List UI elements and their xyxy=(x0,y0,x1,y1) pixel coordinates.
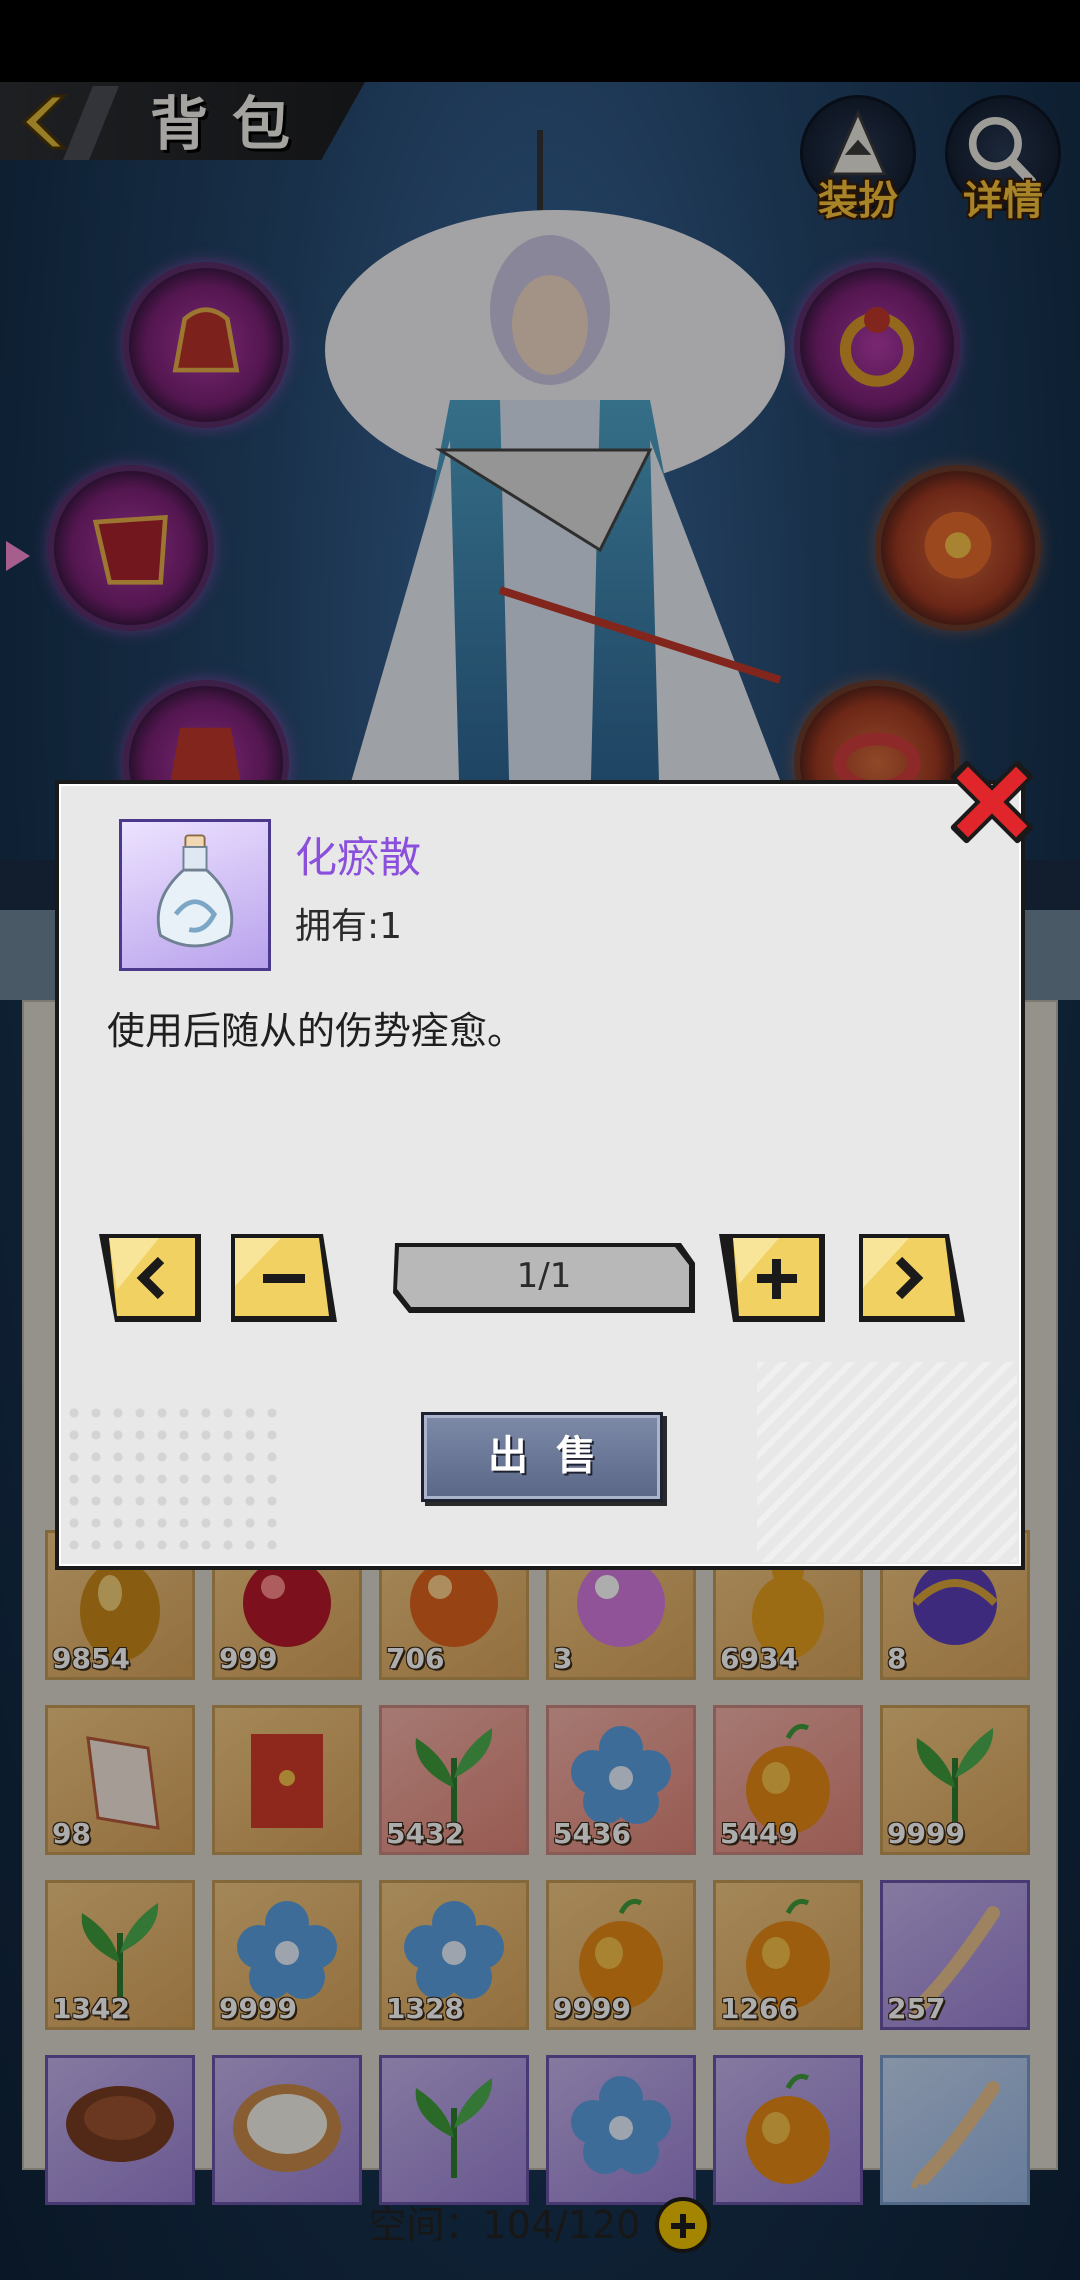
increase-quantity-button[interactable] xyxy=(719,1230,825,1326)
item-dialog: 化瘀散 拥有:1 使用后随从的伤势痊愈。 1/1 出售 xyxy=(55,780,1025,1570)
decrease-quantity-button[interactable] xyxy=(231,1230,337,1326)
item-count: 1266 xyxy=(720,1992,798,2025)
bag-slot[interactable] xyxy=(379,2055,529,2205)
armor-icon xyxy=(92,514,168,585)
bag-slot[interactable] xyxy=(212,2055,362,2205)
sell-button-label: 出售 xyxy=(488,1433,624,1479)
blue-flower-icon xyxy=(571,2076,671,2174)
next-item-button[interactable] xyxy=(859,1230,965,1326)
item-count: 257 xyxy=(887,1992,946,2025)
green-herb-icon xyxy=(415,2078,493,2178)
item-count: 9999 xyxy=(553,1992,631,2025)
item-count: 1328 xyxy=(386,1992,464,2025)
previous-item-button[interactable] xyxy=(99,1230,205,1326)
plus-icon xyxy=(719,1234,825,1322)
status-bar xyxy=(0,0,1080,82)
minus-icon xyxy=(231,1234,337,1322)
sell-button[interactable]: 出售 xyxy=(421,1412,663,1502)
bag-slot[interactable] xyxy=(212,1705,362,1855)
ring-icon xyxy=(839,306,915,387)
bag-slot[interactable]: 9999 xyxy=(212,1880,362,2030)
bag-slot[interactable] xyxy=(880,2055,1030,2205)
equip-slot-helmet[interactable] xyxy=(123,262,289,428)
ginseng-root-icon xyxy=(910,2081,1000,2190)
pendant-icon xyxy=(924,511,992,579)
bag-slot[interactable]: 9999 xyxy=(880,1705,1030,1855)
item-count: 5432 xyxy=(386,1817,464,1850)
item-icon-frame xyxy=(119,819,271,971)
bag-slot[interactable]: 5432 xyxy=(379,1705,529,1855)
equip-slot-pendant[interactable] xyxy=(875,465,1041,631)
item-count: 6934 xyxy=(720,1642,798,1675)
item-count: 98 xyxy=(52,1817,91,1850)
bag-slot[interactable] xyxy=(45,2055,195,2205)
lingzhi-mushroom-icon xyxy=(66,2086,174,2162)
item-count: 5436 xyxy=(553,1817,631,1850)
bag-slot[interactable]: 1342 xyxy=(45,1880,195,2030)
bag-slot[interactable]: 1266 xyxy=(713,1880,863,2030)
back-button[interactable] xyxy=(14,92,70,152)
close-icon xyxy=(950,760,1034,844)
bag-slot[interactable]: 98 xyxy=(45,1705,195,1855)
quantity-display: 1/1 xyxy=(389,1239,699,1317)
item-owned-count: 拥有:1 xyxy=(295,906,403,947)
golden-fruit-icon xyxy=(746,2073,830,2184)
details-label: 详情 xyxy=(963,178,1043,224)
item-count: 3 xyxy=(553,1642,573,1675)
bag-slot[interactable]: 5449 xyxy=(713,1705,863,1855)
item-count: 1342 xyxy=(52,1992,130,2025)
item-count: 9999 xyxy=(219,1992,297,2025)
item-count: 706 xyxy=(386,1642,445,1675)
bag-slot[interactable] xyxy=(546,2055,696,2205)
capacity-footer: 空间：104/120 xyxy=(0,2190,1080,2260)
bag-slot[interactable]: 257 xyxy=(880,1880,1030,2030)
quantity-value: 1/1 xyxy=(516,1256,572,1296)
equip-slot-armor[interactable] xyxy=(48,465,214,631)
capacity-text: 空间：104/120 xyxy=(368,2203,641,2247)
close-button[interactable] xyxy=(940,750,1044,854)
bag-slot[interactable]: 1328 xyxy=(379,1880,529,2030)
chevron-left-icon xyxy=(99,1234,201,1322)
expand-capacity-button[interactable] xyxy=(655,2197,712,2253)
chevron-right-icon xyxy=(859,1234,965,1322)
red-envelope-icon xyxy=(251,1734,323,1828)
item-count: 5449 xyxy=(720,1817,798,1850)
equip-slot-ring[interactable] xyxy=(794,262,960,428)
expand-arrow-icon[interactable] xyxy=(0,535,36,577)
item-count: 999 xyxy=(219,1642,278,1675)
item-count: 9999 xyxy=(887,1817,965,1850)
bag-slot[interactable] xyxy=(713,2055,863,2205)
page-title: 背包 xyxy=(150,90,315,158)
bag-slot[interactable]: 5436 xyxy=(546,1705,696,1855)
item-description: 使用后随从的伤势痊愈。 xyxy=(107,1009,526,1053)
bag-slot[interactable]: 9999 xyxy=(546,1880,696,2030)
dialog-stripe-pattern xyxy=(757,1362,1017,1562)
dialog-dot-pattern xyxy=(63,1402,283,1562)
item-count: 9854 xyxy=(52,1642,130,1675)
chevron-left-icon xyxy=(21,94,68,150)
item-name: 化瘀散 xyxy=(295,833,422,882)
rice-bowl-icon xyxy=(233,2084,341,2172)
item-count: 8 xyxy=(887,1642,907,1675)
potion-bottle-icon xyxy=(156,834,234,948)
character-figure xyxy=(325,130,785,820)
helmet-icon xyxy=(172,307,240,373)
